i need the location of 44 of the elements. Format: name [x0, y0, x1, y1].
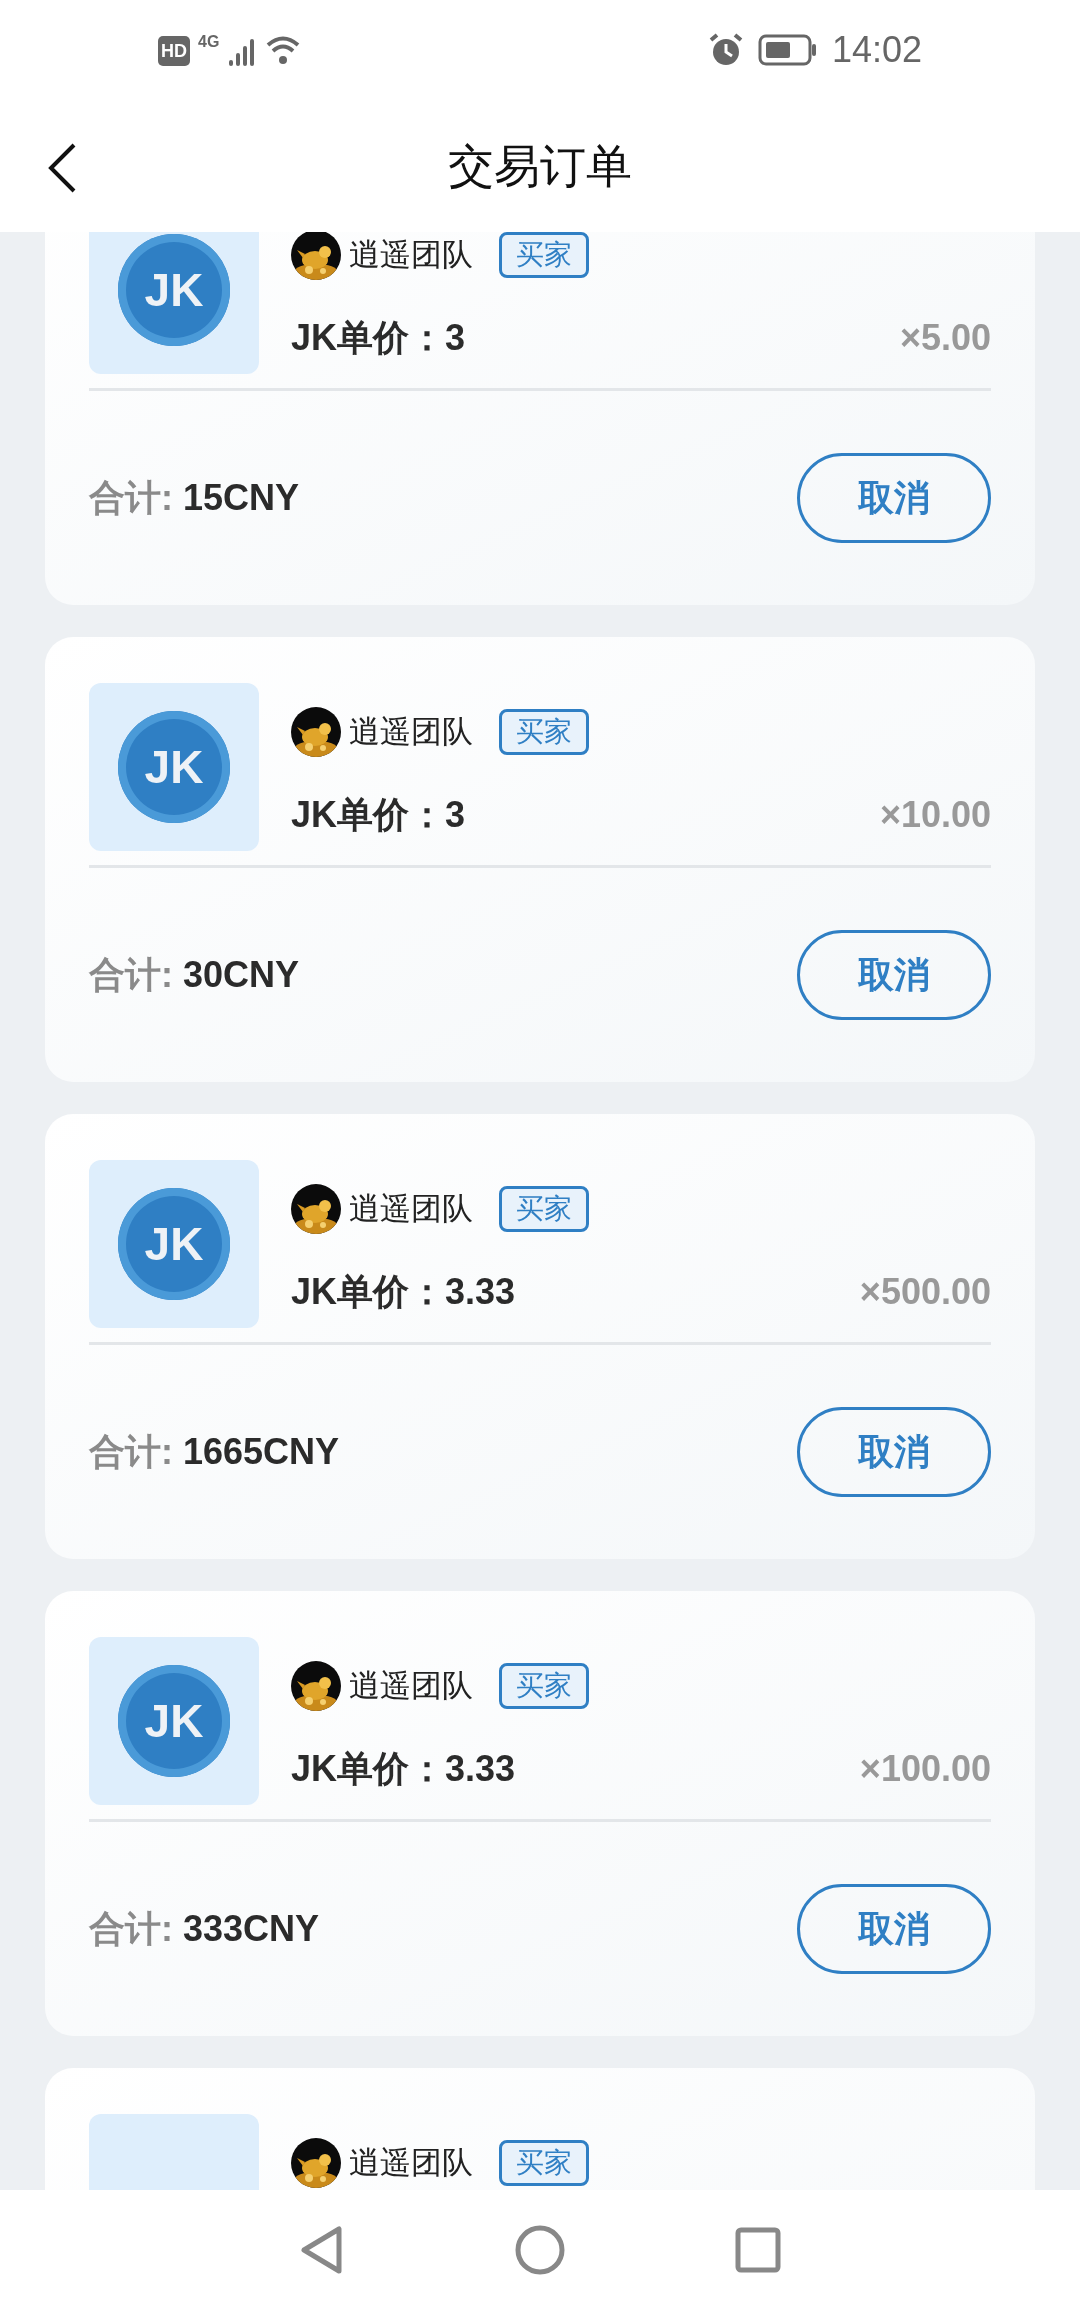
- unit-price: JK单价：3: [291, 793, 466, 837]
- seller-name: 逍遥团队: [349, 1189, 473, 1228]
- page-title: 交易订单: [448, 138, 632, 194]
- unit-price: JK单价：3.33: [291, 1747, 516, 1791]
- quantity: ×5.00: [899, 316, 991, 360]
- coin-label: JK: [144, 744, 204, 790]
- seller-name: 逍遥团队: [349, 2143, 473, 2182]
- total-amount: 15CNY: [183, 476, 300, 520]
- unit-price: JK单价：3: [291, 316, 466, 360]
- total-amount: 1665CNY: [183, 1430, 340, 1474]
- total-label: 合计:: [89, 1907, 173, 1951]
- quantity: ×100.00: [859, 1747, 991, 1791]
- total-amount: 333CNY: [183, 1907, 320, 1951]
- recents-nav-icon[interactable]: [735, 2227, 781, 2273]
- quantity: ×500.00: [859, 1270, 991, 1314]
- back-nav-icon[interactable]: [299, 2225, 345, 2275]
- cancel-button[interactable]: 取消: [797, 1407, 991, 1497]
- status-time: 14:02: [831, 28, 922, 72]
- seller-name: 逍遥团队: [349, 712, 473, 751]
- coin-label: JK: [144, 1221, 204, 1267]
- total-amount: 30CNY: [183, 953, 300, 997]
- seller-name: 逍遥团队: [349, 1666, 473, 1705]
- total-label: 合计:: [89, 953, 173, 997]
- total-label: 合计:: [89, 1430, 173, 1474]
- alarm-icon: [707, 32, 744, 68]
- cancel-button[interactable]: 取消: [797, 1884, 991, 1974]
- cancel-button[interactable]: 取消: [797, 930, 991, 1020]
- coin-label: JK: [144, 267, 204, 313]
- back-icon[interactable]: [46, 142, 78, 194]
- role-tag: 买家: [499, 709, 589, 755]
- coin-label: JK: [144, 1698, 204, 1744]
- seller-name: 逍遥团队: [349, 235, 473, 274]
- network-label: 4G: [198, 32, 220, 52]
- cancel-button[interactable]: 取消: [797, 453, 991, 543]
- role-tag: 买家: [499, 1186, 589, 1232]
- role-tag: 买家: [499, 232, 589, 278]
- unit-price: JK单价：3.33: [291, 1270, 516, 1314]
- battery-icon: [757, 34, 818, 66]
- hd-badge: HD: [158, 36, 190, 66]
- role-tag: 买家: [499, 1663, 589, 1709]
- total-label: 合计:: [89, 476, 173, 520]
- quantity: ×10.00: [879, 793, 991, 837]
- role-tag: 买家: [499, 2140, 589, 2186]
- home-nav-icon[interactable]: [515, 2225, 565, 2275]
